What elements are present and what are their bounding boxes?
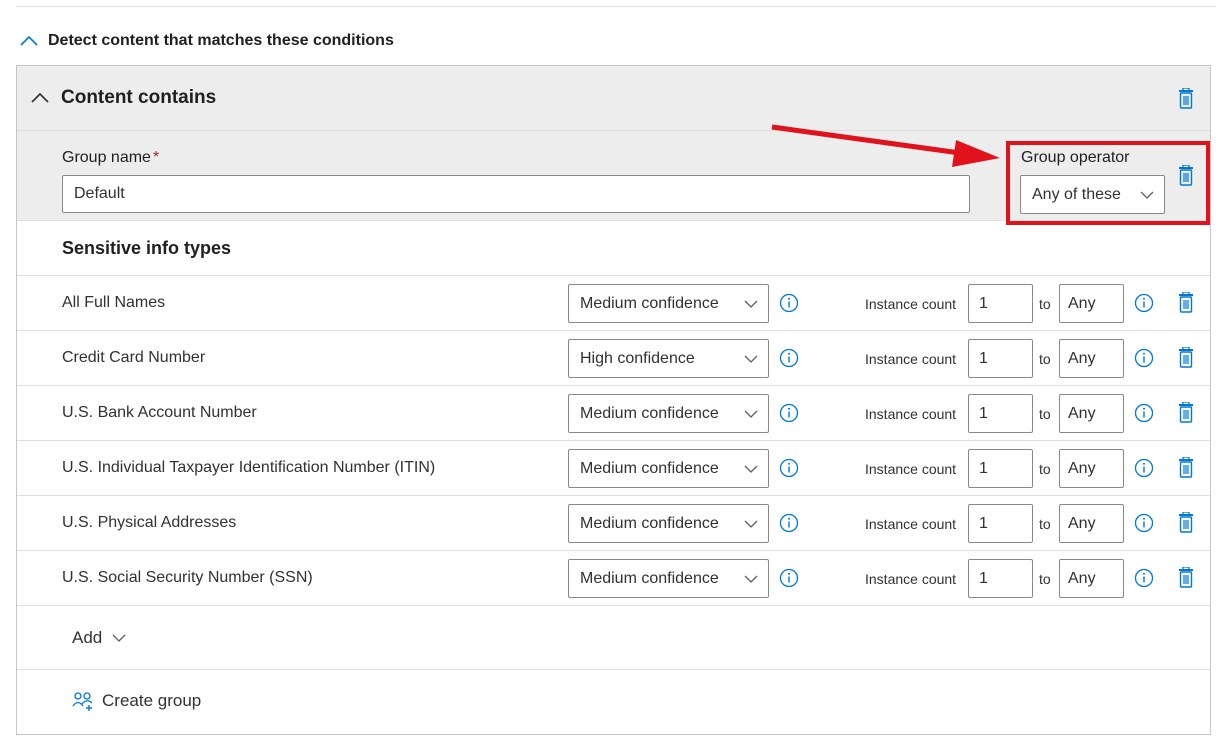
people-add-icon — [72, 692, 93, 711]
sensitive-info-row: U.S. Social Security Number (SSN) Medium … — [17, 551, 1210, 606]
trash-icon[interactable] — [1177, 457, 1195, 479]
confidence-select[interactable]: Medium confidence — [568, 504, 769, 543]
info-icon[interactable] — [1134, 348, 1154, 368]
info-icon[interactable] — [1134, 568, 1154, 588]
confidence-value: Medium confidence — [580, 569, 719, 587]
chevron-down-icon — [744, 355, 758, 363]
info-icon[interactable] — [779, 293, 799, 313]
trash-icon[interactable] — [1177, 88, 1195, 110]
confidence-value: Medium confidence — [580, 514, 719, 532]
to-label: to — [1039, 516, 1051, 532]
to-label: to — [1039, 461, 1051, 477]
content-contains-title: Content contains — [61, 87, 217, 108]
top-divider — [16, 6, 1216, 7]
trash-icon[interactable] — [1177, 567, 1195, 589]
confidence-value: Medium confidence — [580, 459, 719, 477]
instance-min-input[interactable]: 1 — [968, 449, 1033, 488]
info-icon[interactable] — [1134, 513, 1154, 533]
chevron-up-icon[interactable] — [29, 87, 51, 109]
group-name-label: Group name * — [62, 149, 159, 167]
sensitive-info-row: U.S. Physical Addresses Medium confidence… — [17, 496, 1210, 551]
group-name-input[interactable]: Default — [62, 175, 970, 213]
instance-count-label: Instance count — [865, 351, 957, 367]
instance-count-label: Instance count — [865, 461, 957, 477]
sensitive-info-row: All Full Names Medium confidence Instance … — [17, 276, 1210, 331]
chevron-down-icon — [112, 634, 126, 642]
confidence-select[interactable]: Medium confidence — [568, 284, 769, 323]
to-label: to — [1039, 406, 1051, 422]
confidence-value: Medium confidence — [580, 294, 719, 312]
group-name-label-text: Group name — [62, 149, 151, 166]
section-title: Detect content that matches these condit… — [48, 32, 394, 49]
instance-min-input[interactable]: 1 — [968, 284, 1033, 323]
instance-min-input[interactable]: 1 — [968, 394, 1033, 433]
instance-max-input[interactable]: Any — [1059, 394, 1124, 433]
info-type-name: U.S. Social Security Number (SSN) — [62, 569, 313, 586]
confidence-select[interactable]: High confidence — [568, 339, 769, 378]
sensitive-info-header: Sensitive info types — [62, 238, 232, 258]
info-type-name: U.S. Individual Taxpayer Identification … — [62, 459, 436, 476]
info-icon[interactable] — [779, 458, 799, 478]
info-icon[interactable] — [1134, 293, 1154, 313]
required-mark: * — [152, 149, 160, 166]
info-icon[interactable] — [1134, 458, 1154, 478]
instance-min-input[interactable]: 1 — [968, 559, 1033, 598]
detect-section-header[interactable]: Detect content that matches these condit… — [18, 28, 394, 54]
info-type-name: Credit Card Number — [62, 349, 206, 366]
trash-icon[interactable] — [1177, 512, 1195, 534]
chevron-up-icon[interactable] — [18, 30, 40, 52]
instance-max-input[interactable]: Any — [1059, 449, 1124, 488]
trash-icon[interactable] — [1177, 292, 1195, 314]
info-type-name: U.S. Physical Addresses — [62, 514, 237, 531]
instance-count-label: Instance count — [865, 571, 957, 587]
instance-max-input[interactable]: Any — [1059, 559, 1124, 598]
instance-max-input[interactable]: Any — [1059, 339, 1124, 378]
instance-count-label: Instance count — [865, 406, 957, 422]
info-type-name: U.S. Bank Account Number — [62, 404, 257, 421]
info-type-name: All Full Names — [62, 294, 166, 311]
sensitive-info-row: U.S. Bank Account Number Medium confidenc… — [17, 386, 1210, 441]
chevron-down-icon — [744, 465, 758, 473]
info-icon[interactable] — [779, 513, 799, 533]
confidence-value: High confidence — [580, 349, 695, 367]
sensitive-info-row: Credit Card Number High confidence Instanc… — [17, 331, 1210, 386]
to-label: to — [1039, 296, 1051, 312]
info-icon[interactable] — [1134, 403, 1154, 423]
confidence-value: Medium confidence — [580, 404, 719, 422]
trash-icon[interactable] — [1177, 402, 1195, 424]
content-contains-header[interactable]: Content contains — [17, 66, 1210, 131]
info-icon[interactable] — [779, 348, 799, 368]
instance-max-input[interactable]: Any — [1059, 284, 1124, 323]
create-group-label: Create group — [102, 691, 202, 710]
to-label: to — [1039, 571, 1051, 587]
conditions-panel: Content contains Group name * Default Gro… — [16, 65, 1211, 735]
chevron-down-icon — [744, 410, 758, 418]
to-label: to — [1039, 351, 1051, 367]
instance-max-input[interactable]: Any — [1059, 504, 1124, 543]
sensitive-info-list: All Full Names Medium confidence Instance … — [17, 276, 1210, 606]
instance-count-label: Instance count — [865, 296, 957, 312]
chevron-down-icon — [744, 575, 758, 583]
chevron-down-icon — [744, 300, 758, 308]
create-group-button[interactable]: Create group — [72, 691, 201, 711]
trash-icon[interactable] — [1177, 347, 1195, 369]
info-icon[interactable] — [779, 568, 799, 588]
confidence-select[interactable]: Medium confidence — [568, 559, 769, 598]
highlight-box — [1006, 141, 1210, 225]
confidence-select[interactable]: Medium confidence — [568, 394, 769, 433]
add-button[interactable]: Add — [72, 628, 126, 648]
instance-count-label: Instance count — [865, 516, 957, 532]
info-icon[interactable] — [779, 403, 799, 423]
instance-min-input[interactable]: 1 — [968, 504, 1033, 543]
sensitive-info-row: U.S. Individual Taxpayer Identification … — [17, 441, 1210, 496]
confidence-select[interactable]: Medium confidence — [568, 449, 769, 488]
instance-min-input[interactable]: 1 — [968, 339, 1033, 378]
add-label: Add — [72, 628, 103, 647]
chevron-down-icon — [744, 520, 758, 528]
divider — [17, 669, 1210, 670]
